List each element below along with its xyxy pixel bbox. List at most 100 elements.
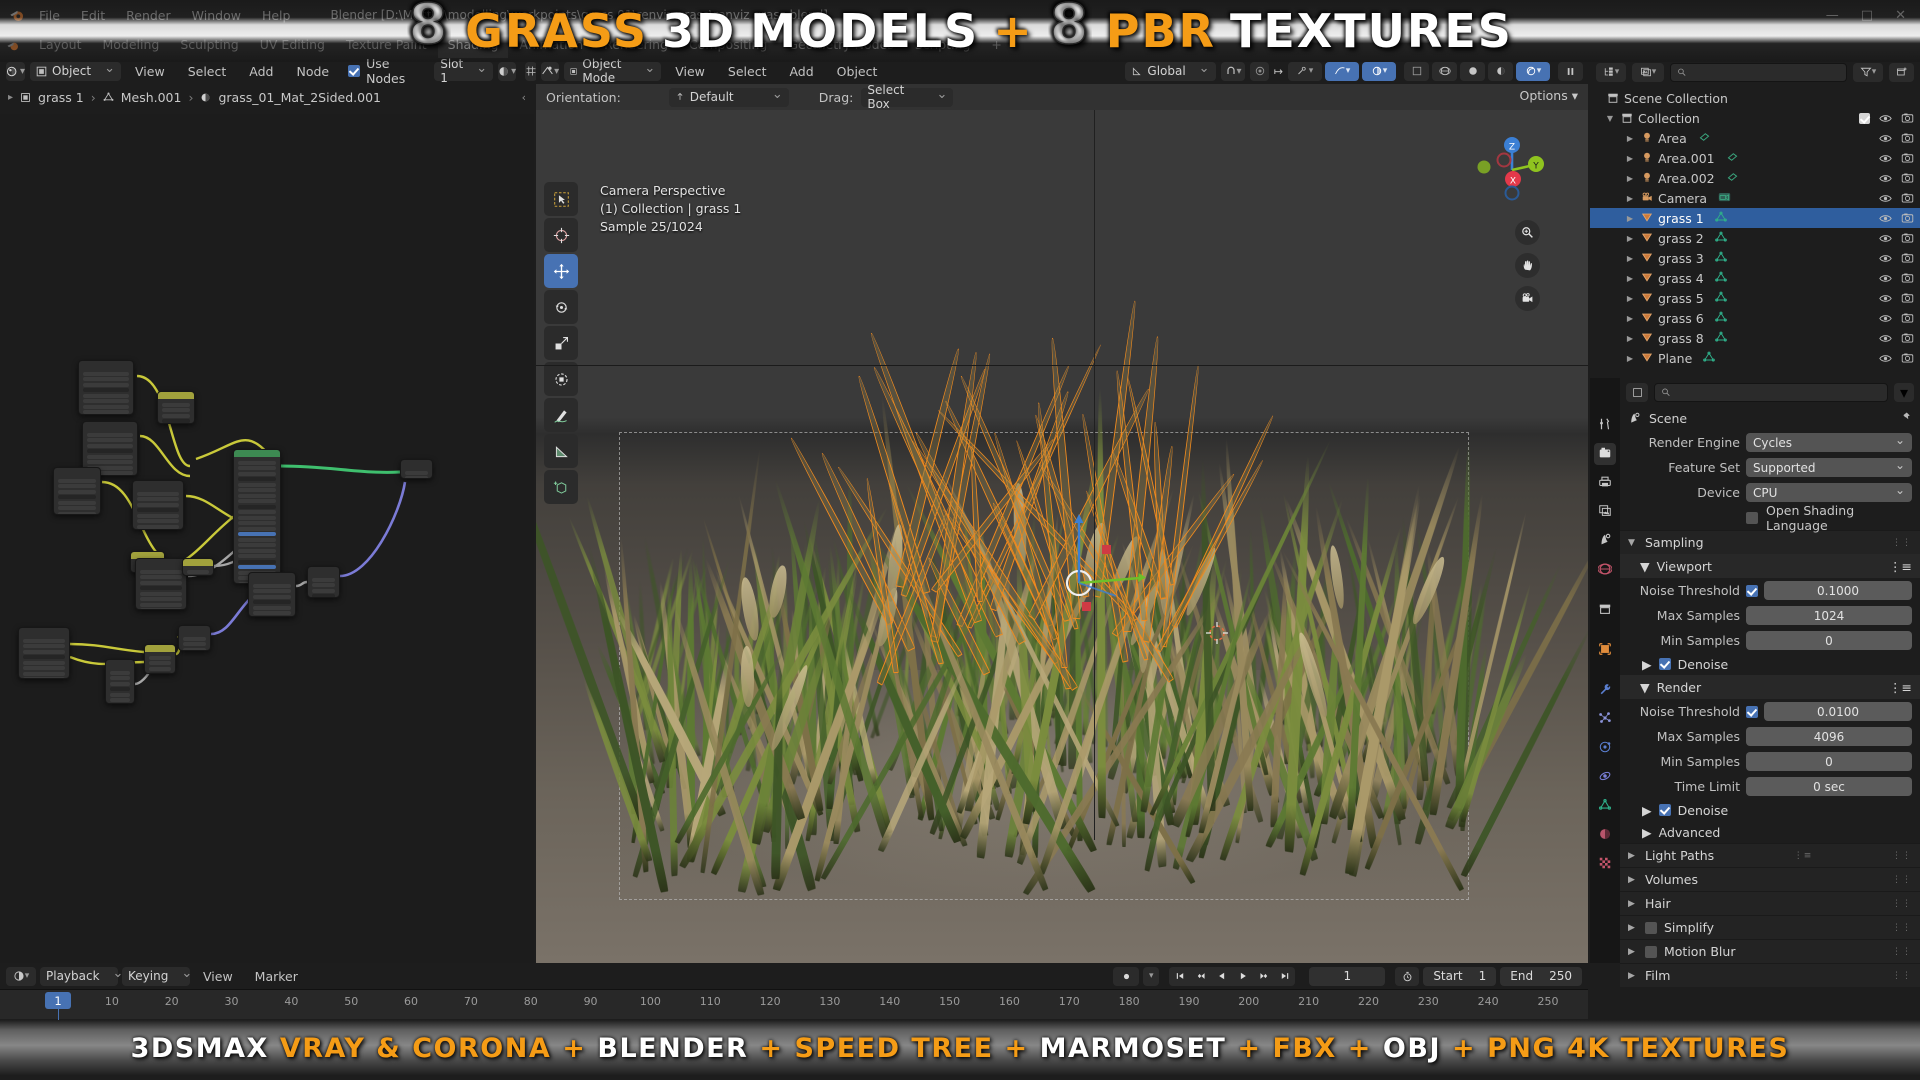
property-dropdown-render-engine[interactable]: Cycles bbox=[1746, 433, 1912, 452]
outliner-tree[interactable]: Scene Collection ▼ Collection ▶ Area ▶ Area… bbox=[1590, 86, 1920, 368]
expand-arrow[interactable]: ▶ bbox=[1624, 234, 1636, 243]
scale-tool[interactable] bbox=[544, 326, 578, 360]
jump-start-icon[interactable] bbox=[1169, 966, 1191, 986]
tab-texture-paint[interactable]: Texture Paint bbox=[336, 33, 437, 58]
menu-window[interactable]: Window bbox=[183, 5, 250, 26]
camera-render-icon[interactable] bbox=[1901, 192, 1914, 204]
use-nodes-checkbox[interactable] bbox=[348, 65, 361, 77]
breadcrumb-mesh[interactable]: Mesh.001 bbox=[121, 90, 182, 105]
play-reverse-icon[interactable] bbox=[1211, 966, 1233, 986]
tab-scripting[interactable]: Scripting bbox=[905, 33, 981, 58]
breadcrumb-collapse-icon[interactable]: ▸ bbox=[8, 92, 13, 103]
viewport-options-dropdown[interactable]: Options ▾ bbox=[1520, 88, 1578, 103]
properties-tab-view-layer[interactable] bbox=[1594, 501, 1616, 523]
expand-arrow[interactable]: ▶ bbox=[1624, 134, 1636, 143]
outliner-scene-collection-row[interactable]: Scene Collection bbox=[1590, 88, 1920, 108]
jump-end-icon[interactable] bbox=[1274, 966, 1296, 986]
camera-icon[interactable] bbox=[1515, 286, 1540, 311]
light-data-icon[interactable] bbox=[1698, 131, 1711, 146]
close-icon[interactable]: ✕ bbox=[1895, 8, 1906, 23]
panel-arrow-icon[interactable]: ▶ bbox=[1628, 899, 1638, 909]
panel-arrow-icon[interactable]: ▶ bbox=[1628, 923, 1638, 933]
frame-end-field[interactable]: End 250 bbox=[1500, 966, 1582, 986]
mesh-data-icon[interactable] bbox=[1714, 291, 1727, 306]
move-tool[interactable] bbox=[544, 254, 578, 288]
expand-arrow[interactable]: ▶ bbox=[1624, 194, 1636, 203]
proportional-falloff-icon[interactable]: ↦ bbox=[1274, 65, 1283, 78]
minimize-icon[interactable]: — bbox=[1826, 8, 1839, 23]
magnet-icon[interactable]: ▾ bbox=[1220, 61, 1246, 81]
camera-render-icon[interactable] bbox=[1901, 212, 1914, 224]
camera-render-icon[interactable] bbox=[1901, 252, 1914, 264]
material-slot-dropdown[interactable]: Slot 1 bbox=[434, 57, 494, 85]
3d-viewport-icon[interactable]: ▾ bbox=[541, 61, 560, 81]
camera-render-icon[interactable] bbox=[1901, 332, 1914, 344]
tab-shading[interactable]: Shading bbox=[437, 33, 509, 58]
auto-key-icon[interactable] bbox=[1113, 966, 1140, 986]
eye-icon[interactable] bbox=[1879, 173, 1892, 184]
shader-node-tex1[interactable] bbox=[78, 360, 134, 415]
eye-icon[interactable] bbox=[1879, 253, 1892, 264]
outliner-row-plane[interactable]: ▶ Plane bbox=[1590, 348, 1920, 368]
navigation-gizmo[interactable]: Z Y X bbox=[1472, 130, 1552, 210]
tab-geometry-nodes[interactable]: Geometry Nodes bbox=[778, 33, 903, 58]
measure-tool[interactable] bbox=[544, 434, 578, 468]
outliner-search-input[interactable] bbox=[1670, 62, 1847, 82]
preset-list-icon[interactable]: ⋮≡ bbox=[1889, 559, 1912, 574]
eye-icon[interactable] bbox=[1879, 273, 1892, 284]
timeline-playhead[interactable]: 1 bbox=[45, 992, 71, 1009]
properties-tab-physics[interactable] bbox=[1594, 737, 1616, 759]
outliner-display-mode-icon[interactable]: ▾ bbox=[1596, 62, 1626, 82]
prev-keyframe-icon[interactable] bbox=[1190, 966, 1212, 986]
shader-menu-view[interactable]: View bbox=[126, 61, 174, 82]
subpanel-arrow-icon[interactable]: ▼ bbox=[1640, 559, 1650, 574]
eye-icon[interactable] bbox=[1879, 233, 1892, 244]
outliner-row-grass-2[interactable]: ▶ grass 2 bbox=[1590, 228, 1920, 248]
subpanel-viewport[interactable]: ▼ Viewport ⋮≡ bbox=[1620, 554, 1920, 578]
use-nodes-toggle[interactable]: Use Nodes bbox=[348, 56, 405, 86]
object-transform-gizmo[interactable] bbox=[1036, 510, 1166, 640]
outliner-row-grass-3[interactable]: ▶ grass 3 bbox=[1590, 248, 1920, 268]
tab-layout[interactable]: Layout bbox=[29, 33, 92, 58]
expand-arrow[interactable]: ▶ bbox=[1624, 294, 1636, 303]
toggle-viewport-denoise[interactable]: ▶ Denoise bbox=[1620, 653, 1920, 675]
row-value-field[interactable]: 0.1000 bbox=[1764, 581, 1912, 600]
viewport-menu-view[interactable]: View bbox=[666, 61, 714, 82]
tab-compositing[interactable]: Compositing bbox=[679, 33, 777, 58]
shader-node-out[interactable] bbox=[400, 459, 433, 479]
shader-node-mix1[interactable] bbox=[157, 391, 195, 424]
shader-node-tex4[interactable] bbox=[132, 480, 184, 530]
panel-arrow-icon[interactable]: ▶ bbox=[1628, 947, 1638, 957]
shader-node-tex7[interactable] bbox=[18, 627, 70, 679]
shader-node-disp[interactable] bbox=[178, 625, 211, 651]
shader-menu-select[interactable]: Select bbox=[179, 61, 236, 82]
breadcrumb-material[interactable]: grass_01_Mat_2Sided.001 bbox=[218, 90, 381, 105]
properties-tab-constraints[interactable] bbox=[1594, 766, 1616, 788]
outliner-row-area-001[interactable]: ▶ Area.001 bbox=[1590, 148, 1920, 168]
eye-icon[interactable] bbox=[1879, 313, 1892, 324]
panel-sampling[interactable]: ▼ Sampling ⋮⋮ bbox=[1620, 530, 1920, 554]
eye-icon[interactable] bbox=[1879, 113, 1892, 124]
eye-icon[interactable] bbox=[1879, 133, 1892, 144]
properties-tab-render[interactable] bbox=[1594, 443, 1616, 465]
toggle-checkbox[interactable] bbox=[1658, 804, 1671, 816]
transform-orientation-dropdown[interactable]: Global bbox=[1125, 61, 1216, 81]
tab-modeling[interactable]: Modeling bbox=[93, 33, 170, 58]
properties-tab-scene[interactable] bbox=[1594, 530, 1616, 552]
outliner-row-grass-4[interactable]: ▶ grass 4 bbox=[1590, 268, 1920, 288]
timeline-icon[interactable]: ▾ bbox=[6, 966, 36, 986]
camera-render-icon[interactable] bbox=[1901, 112, 1914, 124]
toggle-checkbox[interactable] bbox=[1658, 658, 1671, 670]
breadcrumb-object[interactable]: grass 1 bbox=[38, 90, 84, 105]
osl-checkbox[interactable] bbox=[1746, 511, 1758, 524]
shader-menu-node[interactable]: Node bbox=[287, 61, 338, 82]
keying-dropdown[interactable]: Keying bbox=[122, 966, 190, 986]
row-checkbox[interactable] bbox=[1746, 705, 1758, 718]
blender-logo-icon[interactable] bbox=[8, 6, 27, 25]
current-frame-field[interactable]: 1 bbox=[1309, 966, 1386, 986]
cursor-tool[interactable] bbox=[544, 218, 578, 252]
shading-solid-icon[interactable] bbox=[1432, 61, 1457, 81]
filter-scene-icon[interactable]: ▾ bbox=[1632, 62, 1664, 82]
mesh-data-icon[interactable] bbox=[1714, 311, 1727, 326]
properties-tab-tool[interactable] bbox=[1594, 414, 1616, 436]
